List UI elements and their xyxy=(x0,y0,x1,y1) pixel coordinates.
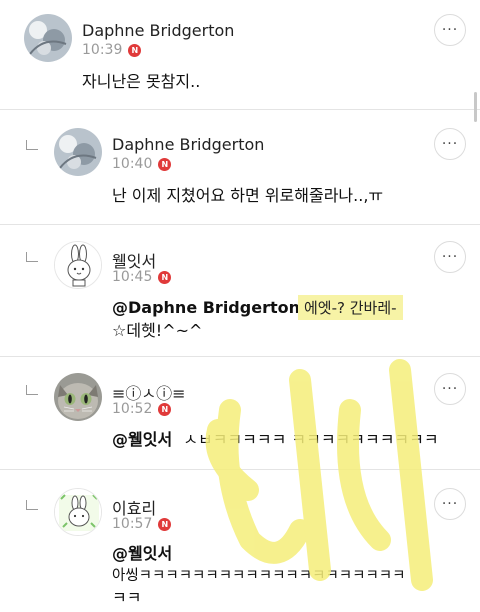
mention-link[interactable]: @웰잇서 xyxy=(112,430,172,449)
more-options-button[interactable]: ··· xyxy=(434,373,466,405)
comment-body: @웰잇서 ㅅㅂㅋㅋㅋㅋㅋ ㅋㅋㅋㅋㅋㅋㅋㅋㅋㅋ xyxy=(112,428,439,452)
avatar[interactable] xyxy=(24,14,72,62)
mention-link[interactable]: @Daphne Bridgerton xyxy=(112,296,300,320)
comment-meta: 10:39 N xyxy=(82,42,142,58)
divider xyxy=(0,469,480,470)
comment-meta: 10:52 N xyxy=(112,401,172,417)
comment-text: 아씽ㅋㅋㅋㅋㅋㅋㅋㅋㅋㅋㅋㅋㅋㅋㅋㅋㅋㅋㅋㅋ xyxy=(112,568,406,584)
more-options-button[interactable]: ··· xyxy=(434,241,466,273)
comment-meta: 10:45 N xyxy=(112,269,172,285)
more-options-button[interactable]: ··· xyxy=(434,488,466,520)
comment-text: ㅋㅋ xyxy=(112,588,142,607)
divider xyxy=(0,109,480,110)
more-options-button[interactable]: ··· xyxy=(434,128,466,160)
new-badge-icon: N xyxy=(158,157,172,171)
timestamp: 10:52 xyxy=(112,401,153,417)
avatar[interactable] xyxy=(54,241,102,289)
mention-link[interactable]: @웰잇서 xyxy=(112,542,172,566)
scrollbar[interactable] xyxy=(474,92,477,122)
avatar[interactable] xyxy=(54,373,102,421)
author-name[interactable]: Daphne Bridgerton xyxy=(82,21,234,40)
author-name[interactable]: Daphne Bridgerton xyxy=(112,135,264,154)
comment-text: 난 이제 지쳤어요 하면 위로해줄라나..,ㅠ xyxy=(112,186,384,205)
new-badge-icon: N xyxy=(128,43,142,57)
new-badge-icon: N xyxy=(158,270,172,284)
divider xyxy=(0,224,480,225)
comment-text: 자니난은 못참지.. xyxy=(82,72,201,91)
comment-text: ☆데헷!^~^ xyxy=(112,321,203,340)
reply-indent-icon xyxy=(26,140,38,150)
avatar[interactable] xyxy=(54,128,102,176)
reply-indent-icon xyxy=(26,385,38,395)
new-badge-icon: N xyxy=(158,517,172,531)
comment-text: ㅅㅂㅋㅋㅋㅋㅋ ㅋㅋㅋㅋㅋㅋㅋㅋㅋㅋ xyxy=(183,430,439,449)
timestamp: 10:57 xyxy=(112,516,153,532)
reply-indent-icon xyxy=(26,500,38,510)
avatar[interactable] xyxy=(54,488,102,536)
reply-indent-icon xyxy=(26,252,38,262)
highlighted-annotation: 에엣-? 간바레- xyxy=(298,295,403,320)
comment-meta: 10:40 N xyxy=(112,156,172,172)
new-badge-icon: N xyxy=(158,402,172,416)
timestamp: 10:39 xyxy=(82,42,123,58)
more-options-button[interactable]: ··· xyxy=(434,14,466,46)
timestamp: 10:40 xyxy=(112,156,153,172)
timestamp: 10:45 xyxy=(112,269,153,285)
comment-meta: 10:57 N xyxy=(112,516,172,532)
divider xyxy=(0,356,480,357)
